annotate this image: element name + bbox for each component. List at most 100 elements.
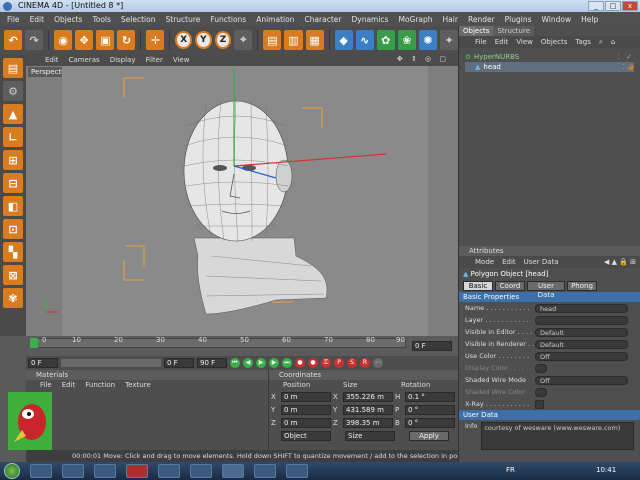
menu-file[interactable]: File [2,15,25,24]
move-icon[interactable]: ✥ [75,30,94,50]
object-axis-mode-icon[interactable]: ∟ [3,127,23,147]
current-frame-field[interactable]: 0 F [412,341,452,351]
world-axis-icon[interactable]: ✛ [146,30,165,50]
menu-character[interactable]: Character [299,15,346,24]
objects-menu-view[interactable]: View [516,36,533,48]
search-icon[interactable]: ⌕ [599,36,603,48]
end-frame-field[interactable]: 90 F [197,358,227,368]
menu-edit[interactable]: Edit [25,15,50,24]
materials-menu-edit[interactable]: Edit [62,380,76,390]
tab-objects[interactable]: Objects [459,26,494,36]
visible-in-renderer-select[interactable]: Default [535,339,628,349]
tab-phong[interactable]: Phong [567,281,597,291]
taskbar-explorer-icon[interactable] [30,464,52,478]
array-icon[interactable]: ❀ [397,30,416,50]
viewport-menu-filter[interactable]: Filter [141,56,168,64]
shaded-wire-color-swatch[interactable] [535,387,547,397]
previous-frame-icon[interactable]: ◀ [243,358,253,368]
keyframe-selection-icon[interactable]: ⚿ [321,358,331,368]
deformer-icon[interactable]: ✺ [418,30,437,50]
tab-user-data[interactable]: User Data [527,281,565,299]
render-picture-viewer-icon[interactable]: ▥ [284,30,303,50]
menu-plugins[interactable]: Plugins [500,15,537,24]
objects-menu-objects[interactable]: Objects [541,36,567,48]
rotate-icon[interactable]: ↻ [117,30,136,50]
shaded-wire-mode-select[interactable]: Off [535,375,628,385]
maximize-button[interactable]: □ [605,1,621,11]
render-view-icon[interactable]: ▤ [263,30,282,50]
tab-structure[interactable]: Structure [493,26,535,36]
rotation-key-icon[interactable]: R [360,358,370,368]
start-button[interactable] [4,463,20,479]
start-frame-field[interactable]: 0 F [28,358,58,368]
menu-render[interactable]: Render [463,15,500,24]
navigation-arrows-icon[interactable]: ◀ ▲ 🔒 ⊞ [604,256,640,268]
objects-menu-tags[interactable]: Tags [575,36,591,48]
display-color-swatch[interactable] [535,363,547,373]
attributes-menu-mode[interactable]: Mode [475,256,494,268]
timeline-playhead[interactable] [30,338,38,348]
taskbar-cinema4d-icon[interactable] [222,464,244,478]
visible-in-editor-select[interactable]: Default [535,327,628,337]
position-z-field[interactable]: 0 m [281,418,331,428]
render-settings-icon[interactable]: ▦ [305,30,324,50]
next-frame-icon[interactable]: ▶ [269,358,279,368]
rotation-p-field[interactable]: 0 ° [405,405,455,415]
timeline[interactable]: 0 10 20 30 40 50 60 70 80 90 0 F [26,336,458,356]
scrub-frame-field[interactable]: 0 F [164,358,194,368]
menu-animation[interactable]: Animation [251,15,299,24]
menu-selection[interactable]: Selection [116,15,161,24]
x-axis-lock-icon[interactable]: X [175,31,193,49]
tree-item-hypernurbs[interactable]: ✿ HyperNURBS ⁚ ✓ [465,52,634,62]
go-to-end-icon[interactable]: ⏭ [282,358,292,368]
size-x-field[interactable]: 355.226 m [343,392,393,402]
timeline-ruler[interactable] [30,338,406,348]
menu-tools[interactable]: Tools [87,15,115,24]
rotation-h-field[interactable]: 0.1 ° [405,392,455,402]
taskbar-folder-icon[interactable] [62,464,84,478]
cube-primitive-icon[interactable]: ◆ [334,30,353,50]
attributes-menu-edit[interactable]: Edit [502,256,516,268]
viewport-menu-cameras[interactable]: Cameras [64,56,105,64]
coordinate-mode-select[interactable]: Object [281,431,331,441]
menu-help[interactable]: Help [576,15,603,24]
phong-tag-icon[interactable]: ◕ [628,63,634,71]
make-editable-icon[interactable]: ▤ [3,58,23,78]
close-button[interactable]: x [622,1,638,11]
use-color-select[interactable]: Off [535,351,628,361]
tweak-mode-icon[interactable]: ⊠ [3,265,23,285]
coordinate-system-icon[interactable]: ⌖ [234,30,253,50]
position-y-field[interactable]: 0 m [281,405,331,415]
y-axis-lock-icon[interactable]: Y [195,31,212,49]
menu-window[interactable]: Window [537,15,577,24]
menu-hair[interactable]: Hair [438,15,463,24]
edge-mode-icon[interactable]: ⊟ [3,173,23,193]
redo-icon[interactable]: ↷ [25,30,44,50]
viewport-menu-view[interactable]: View [168,56,195,64]
name-field[interactable]: head [535,303,628,313]
sculpt-icon[interactable]: ✾ [3,288,23,308]
materials-menu-file[interactable]: File [40,380,52,390]
tree-item-head[interactable]: ▲ head ⁚ ◕ [465,62,634,72]
menu-mograph[interactable]: MoGraph [393,15,437,24]
position-x-field[interactable]: 0 m [281,392,331,402]
materials-menu-function[interactable]: Function [85,380,115,390]
preview-range-slider[interactable] [61,359,161,367]
size-y-field[interactable]: 431.589 m [343,405,393,415]
menu-dynamics[interactable]: Dynamics [346,15,393,24]
spline-icon[interactable]: ∿ [355,30,374,50]
scale-key-icon[interactable]: S [347,358,357,368]
viewport-menu-display[interactable]: Display [105,56,141,64]
z-axis-lock-icon[interactable]: Z [214,31,232,49]
taskbar-app-icon[interactable] [254,464,276,478]
menu-objects[interactable]: Objects [49,15,87,24]
objects-menu-edit[interactable]: Edit [495,36,509,48]
minimize-button[interactable]: _ [588,1,604,11]
scale-icon[interactable]: ▣ [96,30,115,50]
rotation-b-field[interactable]: 0 ° [405,418,455,428]
materials-menu-texture[interactable]: Texture [125,380,151,390]
undo-icon[interactable]: ↶ [4,30,23,50]
taskbar-app-icon[interactable] [286,464,308,478]
taskbar-app-icon[interactable] [158,464,180,478]
viewport-navigation-icons[interactable]: ✥ ⇕ ◎ ▢ [392,55,454,63]
